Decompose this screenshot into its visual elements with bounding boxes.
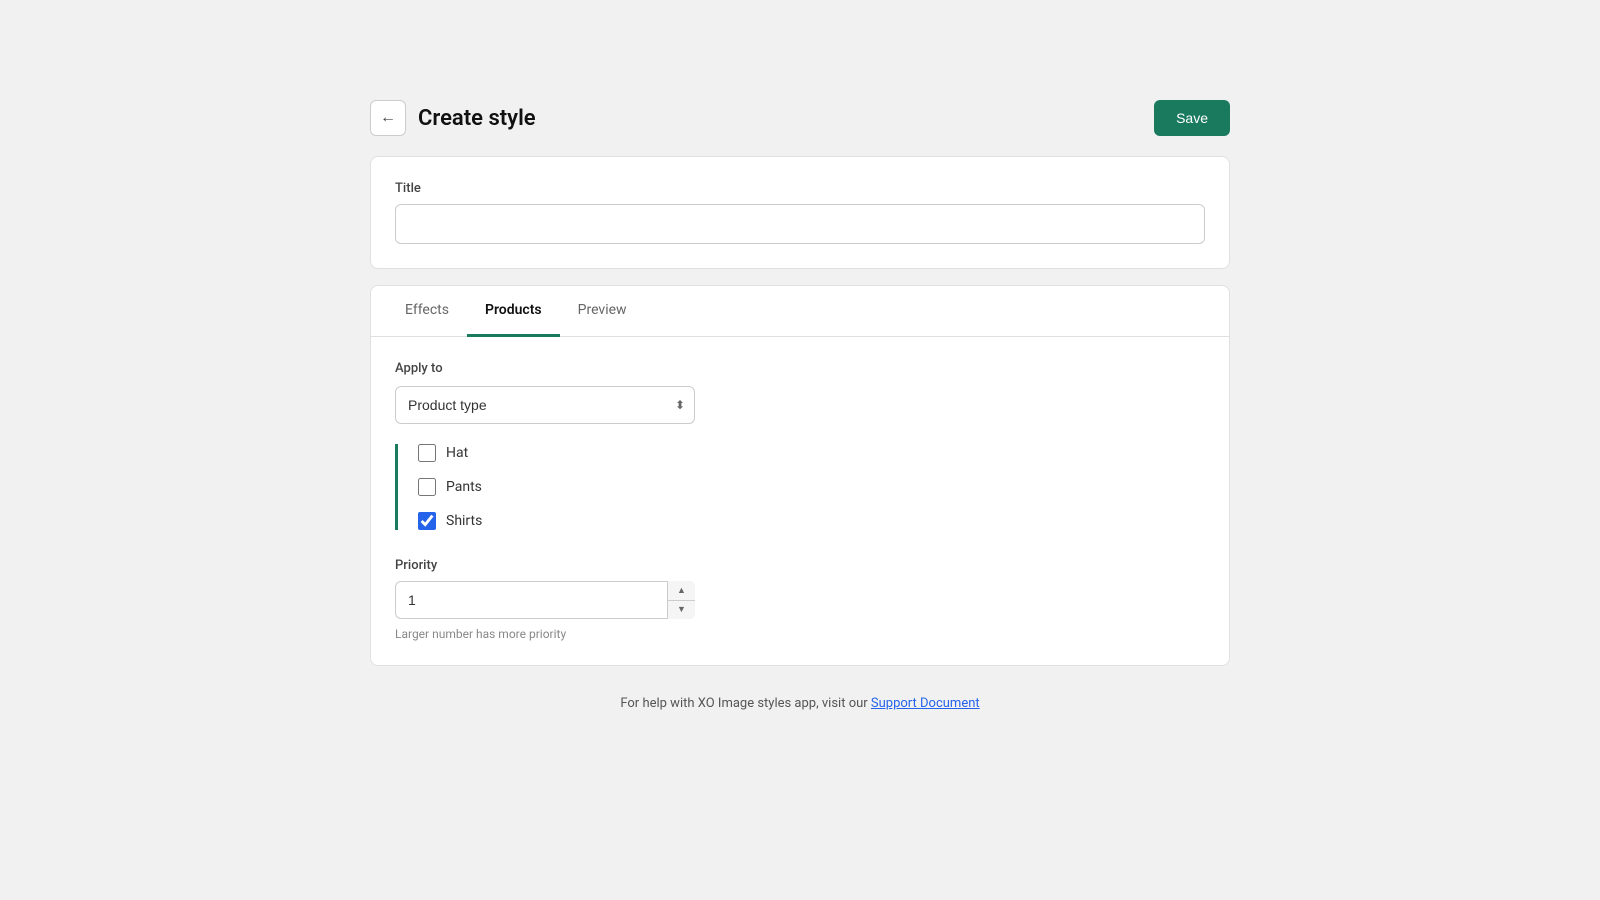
priority-input[interactable] [395,581,695,619]
checkbox-hat[interactable]: Hat [418,444,1205,462]
tab-preview[interactable]: Preview [560,286,645,337]
pants-checkbox[interactable] [418,478,436,496]
tabs-card: Effects Products Preview Apply to Produc… [370,285,1230,666]
priority-spinners: ▲ ▼ [667,581,695,619]
header-left: ← Create style [370,100,536,136]
shirts-checkbox[interactable] [418,512,436,530]
products-content: Apply to Product type ⬍ Hat Pants [371,337,1229,665]
title-card: Title [370,156,1230,269]
checkbox-pants[interactable]: Pants [418,478,1205,496]
apply-to-label: Apply to [395,361,1205,376]
hat-label: Hat [446,445,468,461]
footer-text: For help with XO Image styles app, visit… [370,696,1230,711]
shirts-label: Shirts [446,513,482,529]
title-field-label: Title [395,181,1205,196]
priority-label: Priority [395,558,1205,573]
checkbox-shirts[interactable]: Shirts [418,512,1205,530]
apply-to-wrapper: Product type ⬍ [395,386,695,424]
tab-effects[interactable]: Effects [387,286,467,337]
back-arrow-icon: ← [380,109,396,127]
back-button[interactable]: ← [370,100,406,136]
pants-label: Pants [446,479,482,495]
page-title: Create style [418,106,536,131]
apply-to-select[interactable]: Product type [395,386,695,424]
priority-wrapper: ▲ ▼ [395,581,695,619]
priority-hint: Larger number has more priority [395,627,1205,641]
tab-products[interactable]: Products [467,286,560,337]
hat-checkbox[interactable] [418,444,436,462]
save-button[interactable]: Save [1154,100,1230,136]
priority-decrement-button[interactable]: ▼ [668,601,695,620]
footer-description: For help with XO Image styles app, visit… [620,696,871,711]
support-link[interactable]: Support Document [871,696,980,711]
page-header: ← Create style Save [370,100,1230,136]
checkbox-list: Hat Pants Shirts [395,444,1205,530]
priority-increment-button[interactable]: ▲ [668,581,695,601]
title-input[interactable] [395,204,1205,244]
tabs-row: Effects Products Preview [371,286,1229,337]
